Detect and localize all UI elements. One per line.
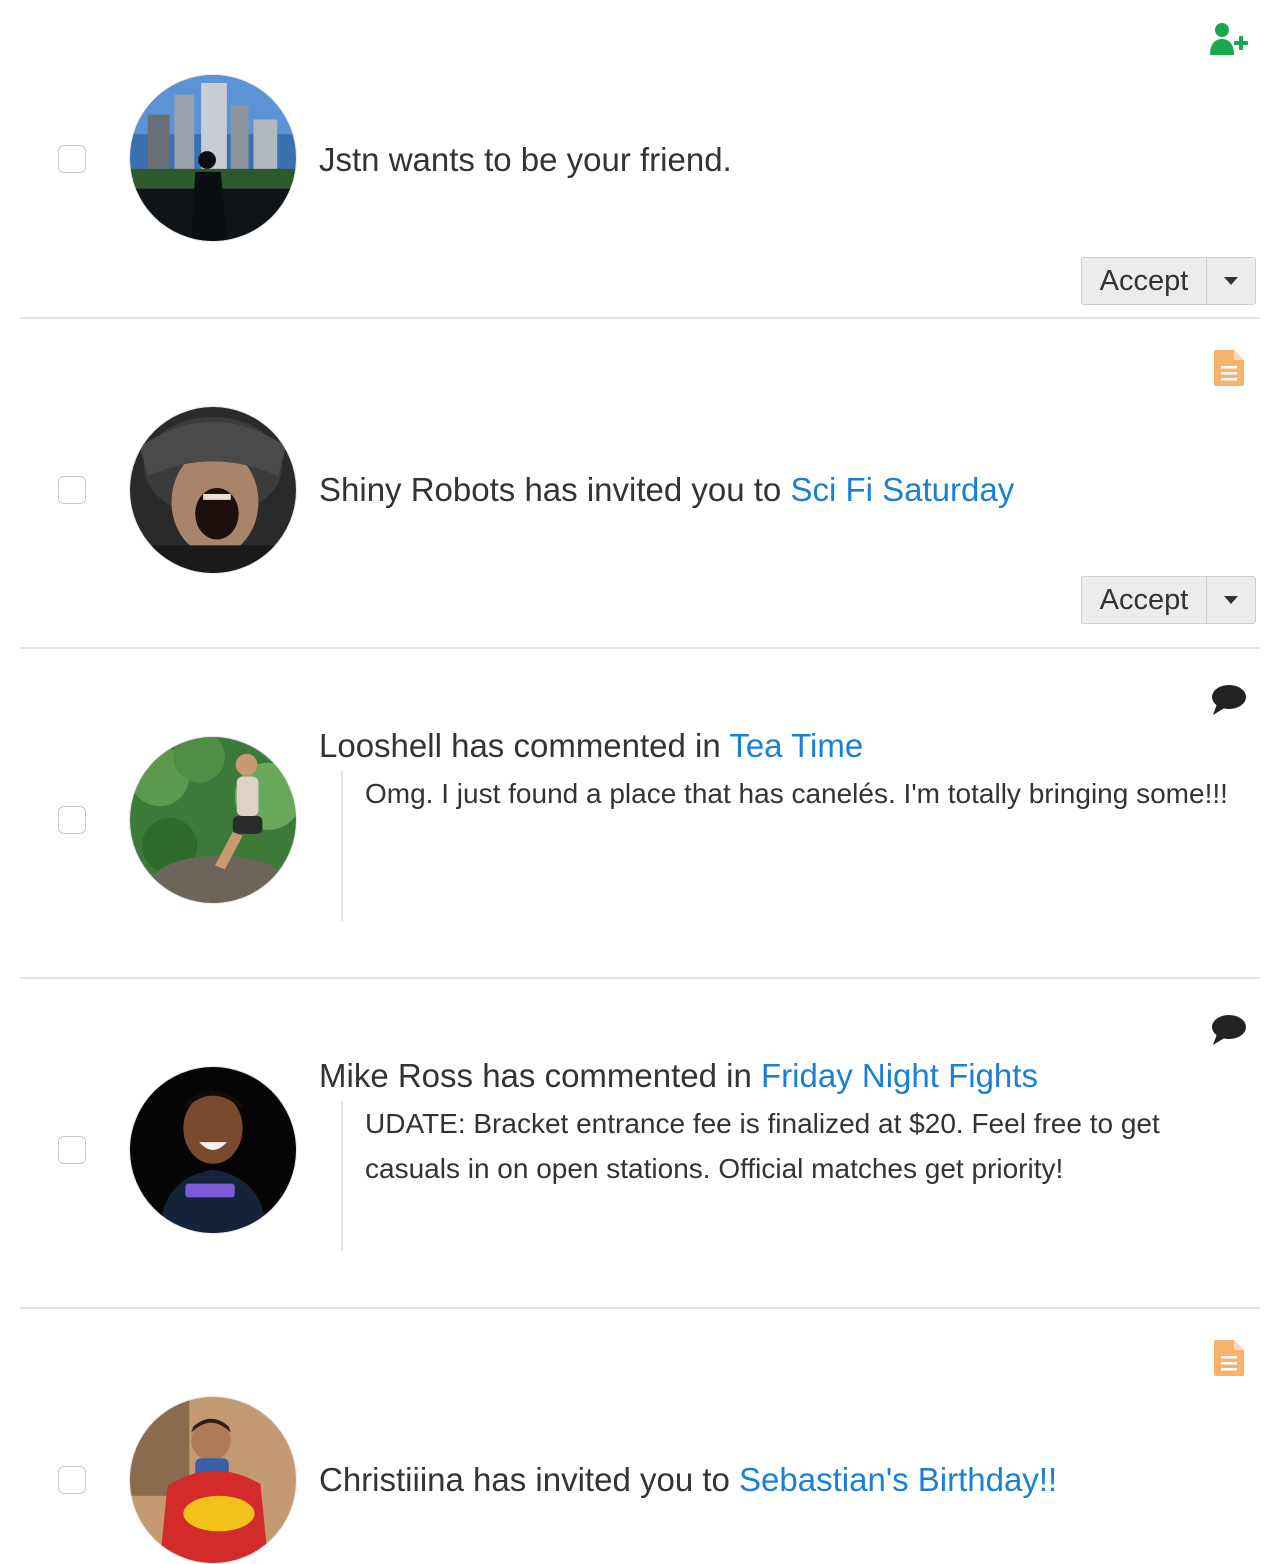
notification-text: Shiny Robots has invited you to Sci Fi S…	[319, 470, 1014, 510]
accept-button[interactable]: Accept	[1082, 258, 1207, 304]
message-text: Looshell has commented in	[319, 727, 730, 764]
event-link[interactable]: Tea Time	[729, 727, 863, 764]
notification-item: Christiiina has invited you to Sebastian…	[20, 1309, 1260, 1564]
event-link[interactable]: Sebastian's Birthday!!	[739, 1461, 1057, 1498]
select-checkbox[interactable]	[58, 476, 86, 504]
accept-options-dropdown[interactable]	[1207, 258, 1255, 304]
comment-icon	[1208, 1009, 1250, 1051]
message-text: Jstn wants to be your friend.	[319, 141, 732, 178]
document-icon	[1208, 347, 1250, 389]
child-in-toy-car-avatar	[129, 1396, 297, 1564]
accept-button-group: Accept	[1081, 576, 1256, 624]
message-text: Shiny Robots has invited you to	[319, 471, 791, 508]
message-text: Mike Ross has commented in	[319, 1057, 762, 1094]
select-checkbox[interactable]	[58, 1136, 86, 1164]
notification-item: Jstn wants to be your friend. Accept	[20, 0, 1260, 319]
notification-text: Christiiina has invited you to Sebastian…	[319, 1460, 1057, 1500]
event-link[interactable]: Friday Night Fights	[761, 1057, 1038, 1094]
soldier-helmet-shouting-avatar	[129, 406, 297, 574]
notification-item: Looshell has commented in Tea Time Omg. …	[20, 649, 1260, 979]
notification-text: Looshell has commented in Tea Time	[319, 726, 863, 766]
accept-button[interactable]: Accept	[1082, 577, 1207, 623]
notification-text: Jstn wants to be your friend.	[319, 140, 732, 180]
accept-options-dropdown[interactable]	[1207, 577, 1255, 623]
comment-quote: Omg. I just found a place that has canel…	[341, 771, 1235, 921]
woman-on-rock-forest-avatar	[129, 736, 297, 904]
add-user-icon	[1208, 18, 1250, 60]
caret-down-icon	[1224, 596, 1238, 604]
accept-button-group: Accept	[1081, 257, 1256, 305]
comment-icon	[1208, 679, 1250, 721]
comment-quote: UDATE: Bracket entrance fee is finalized…	[341, 1101, 1235, 1251]
smiling-man-twitch-shirt-avatar	[129, 1066, 297, 1234]
event-link[interactable]: Sci Fi Saturday	[790, 471, 1014, 508]
select-checkbox[interactable]	[58, 1466, 86, 1494]
notification-item: Mike Ross has commented in Friday Night …	[20, 979, 1260, 1309]
notification-item: Shiny Robots has invited you to Sci Fi S…	[20, 319, 1260, 649]
document-icon	[1208, 1337, 1250, 1379]
notification-list: Jstn wants to be your friend. Accept Shi…	[20, 0, 1260, 1564]
city-skyline-silhouette-avatar	[129, 74, 297, 242]
notification-text: Mike Ross has commented in Friday Night …	[319, 1056, 1038, 1096]
select-checkbox[interactable]	[58, 145, 86, 173]
caret-down-icon	[1224, 277, 1238, 285]
message-text: Christiiina has invited you to	[319, 1461, 740, 1498]
select-checkbox[interactable]	[58, 806, 86, 834]
